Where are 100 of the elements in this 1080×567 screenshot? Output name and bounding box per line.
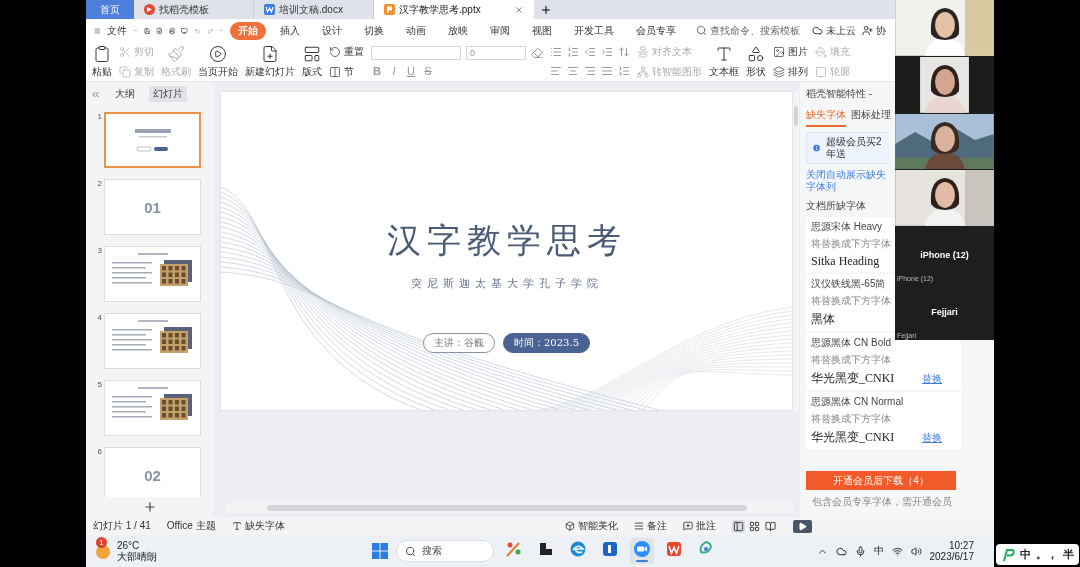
ribbon-tab[interactable]: 会员专享 [628, 21, 685, 40]
ime-logo-icon [1000, 547, 1015, 562]
reading-view-icon[interactable] [764, 519, 777, 533]
dropdown-icon[interactable] [219, 26, 225, 35]
align-right-icon[interactable] [584, 65, 596, 77]
ime-punctuation[interactable]: 。， [1035, 547, 1058, 562]
clock[interactable]: 10:27 2023/6/17 [929, 540, 974, 562]
copy-icon [119, 65, 131, 78]
layout-icon [303, 44, 321, 63]
scissors-icon [119, 45, 131, 58]
font-name-field[interactable] [371, 46, 461, 60]
layout-button[interactable]: 版式 [302, 44, 322, 79]
justify-icon[interactable] [601, 65, 613, 77]
play-button[interactable] [793, 519, 812, 533]
member-note: 包含会员专享字体，需开通会员 [812, 495, 952, 509]
paint-app-icon [505, 540, 523, 558]
align-left-icon[interactable] [550, 65, 562, 77]
replace-link[interactable]: 替换 [922, 371, 942, 386]
wifi-icon[interactable] [891, 545, 903, 557]
ribbon-tab[interactable]: 切换 [356, 21, 393, 40]
comments-button[interactable]: 批注 [683, 519, 716, 533]
document-tab[interactable]: 首页 [86, 0, 134, 19]
grid-view-icon[interactable] [748, 519, 761, 533]
slide-number: 1 [96, 112, 102, 123]
ribbon-tab[interactable]: 开发工具 [566, 21, 623, 40]
start-slideshow-button[interactable]: 当页开始 [198, 44, 238, 79]
slide-number: 5 [96, 380, 102, 391]
participant-name: Fejjari [931, 307, 958, 318]
ribbon-button[interactable]: 排列 [773, 64, 808, 79]
outdent-icon[interactable] [584, 46, 596, 58]
cloud-icon[interactable] [835, 545, 847, 557]
ribbon-tab[interactable]: 视图 [524, 21, 561, 40]
missing-font-name: 汉仪铁线黑-65简 [811, 277, 886, 291]
normal-view-icon[interactable] [732, 519, 745, 533]
taskbar-search-field[interactable]: 搜索 [396, 540, 494, 562]
ribbon-tab[interactable]: 插入 [272, 21, 309, 40]
close-icon[interactable] [514, 4, 524, 15]
new-tab-icon[interactable] [540, 3, 552, 16]
notes-button[interactable]: 备注 [634, 519, 667, 533]
beautify-button[interactable]: 智能美化 [565, 519, 618, 533]
indent-icon[interactable] [601, 46, 613, 58]
slide-thumbnail[interactable] [104, 112, 201, 168]
document-tab[interactable]: 汉字教学思考.pptx [374, 0, 534, 19]
terminal-app-icon [537, 540, 555, 558]
info-icon [812, 143, 821, 153]
shapes-button[interactable]: 形状 [746, 44, 766, 79]
bullet-list-icon[interactable] [550, 46, 562, 58]
volume-icon[interactable] [910, 545, 922, 557]
clear-format-icon[interactable] [531, 47, 543, 59]
participant-name: iPhone (12) [920, 250, 969, 261]
view-tab[interactable]: 大纲 [111, 86, 139, 102]
ribbon-tab[interactable]: 放映 [440, 21, 477, 40]
panel-tab[interactable]: 图标处理 [851, 108, 891, 127]
numbered-list-icon[interactable] [567, 46, 579, 58]
align-center-icon[interactable] [567, 65, 579, 77]
start-icon[interactable] [372, 543, 388, 559]
ime-width[interactable]: 半 [1062, 547, 1074, 562]
auto-show-link[interactable]: 关闭自动展示缺失字体列 [806, 169, 890, 193]
lines-icon [634, 521, 644, 531]
mic-icon[interactable] [854, 545, 866, 557]
ribbon-button[interactable]: 重置 [329, 44, 364, 59]
ribbon-button[interactable]: 节 [329, 64, 364, 79]
ribbon-tab[interactable]: 审阅 [482, 21, 519, 40]
promo-banner[interactable]: 超级会员买2年送 [806, 132, 890, 164]
scrollbar[interactable] [793, 92, 799, 410]
ribbon-tab[interactable]: 动画 [398, 21, 435, 40]
cloud-status[interactable]: 未上云 [812, 23, 857, 38]
presentation-icon [384, 4, 395, 15]
cloud-icon [812, 25, 824, 36]
share-button[interactable]: 协 [862, 23, 887, 38]
replacement-font-name: 华光黑变_CNKI [811, 429, 895, 446]
missing-font-name: 思源黑体 CN Bold [811, 336, 891, 350]
view-tab[interactable]: 幻灯片 [149, 86, 187, 102]
ime-mode[interactable]: 中 [1019, 547, 1031, 562]
line-spacing-icon[interactable] [618, 46, 630, 58]
add-slide-icon[interactable] [142, 500, 157, 514]
ribbon-tab[interactable]: 设计 [314, 21, 351, 40]
replace-hint: 将替换成下方字体 [811, 294, 891, 308]
new-slide-button[interactable]: 新建幻灯片 [245, 44, 295, 79]
play-icon [798, 521, 807, 531]
scrollbar[interactable] [227, 503, 794, 513]
ime-toolbar[interactable]: 中 。， 半 [995, 544, 1079, 565]
reset-icon [329, 45, 341, 58]
file-menu[interactable]: 文件 [106, 23, 127, 38]
replace-link[interactable]: 替换 [922, 430, 942, 445]
office-app-icon [665, 540, 683, 558]
missing-fonts-button[interactable]: 缺失字体 [231, 519, 285, 533]
replace-hint: 将替换成下方字体 [811, 237, 891, 251]
weather-widget[interactable]: 1 26°C 大部晴朗 [94, 540, 364, 562]
paste-button[interactable]: 粘贴 [92, 44, 112, 79]
diagram-icon [637, 65, 649, 78]
document-tab[interactable]: 找稻壳模板 [134, 0, 254, 19]
text-box-button[interactable]: 文本框 [709, 44, 739, 79]
ribbon-button[interactable]: 图片 [773, 44, 808, 59]
promo-text: 超级会员买2年送 [826, 136, 883, 160]
cube-icon [565, 521, 575, 531]
input-mode[interactable]: 中 [873, 544, 884, 558]
dropdown-icon[interactable] [132, 26, 138, 35]
command-search-field[interactable]: 查找命令、搜索模板 [696, 23, 801, 38]
slide-subtitle: 突尼斯迦太基大学孔子学院 [410, 276, 603, 291]
